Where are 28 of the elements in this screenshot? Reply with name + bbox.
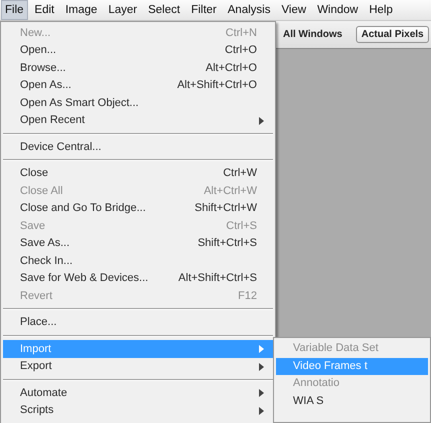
menu-entry[interactable]: Save As... Shift+Ctrl+S — [3, 234, 273, 252]
menu-entry[interactable]: Place... — [3, 314, 273, 331]
menu-entry[interactable]: Export — [3, 358, 273, 375]
menu-entry[interactable]: Open As Smart Object... — [3, 94, 273, 112]
menu-entry[interactable]: WIA S — [276, 392, 428, 410]
menu-entry[interactable]: Open... Ctrl+O — [3, 42, 273, 59]
menu-entry[interactable]: Open As... Alt+Shift+Ctrl+O — [3, 76, 273, 94]
menu-item[interactable]: Analysis — [224, 0, 274, 20]
actual-pixels-button[interactable]: Actual Pixels — [356, 26, 429, 43]
menu-entry[interactable]: Close and Go To Bridge... Shift+Ctrl+W — [3, 200, 273, 217]
menu-item[interactable]: Select — [144, 0, 184, 20]
menu-item[interactable]: Image — [61, 0, 102, 20]
menu-item[interactable]: Help — [365, 0, 397, 20]
menu-item[interactable]: File — [1, 0, 28, 20]
menu-item[interactable]: Filter — [187, 0, 221, 20]
menu-entry[interactable]: Automate — [3, 384, 273, 402]
menu-item[interactable]: View — [277, 0, 310, 20]
menu-entry[interactable]: Scripts — [3, 402, 273, 419]
menu-entry[interactable]: Browse... Alt+Ctrl+O — [3, 59, 273, 76]
menu-item[interactable]: Window — [313, 0, 362, 20]
menu-item[interactable]: Layer — [104, 0, 142, 20]
option-label: All Windows — [283, 29, 342, 40]
menu-entry[interactable]: Check In... — [3, 252, 273, 270]
menu-item[interactable]: Edit — [30, 0, 58, 20]
menu-entry[interactable]: Close Ctrl+W — [3, 164, 273, 182]
menu-entry[interactable]: Open Recent — [3, 112, 273, 129]
menu-entry[interactable]: Save for Web & Devices... Alt+Shift+Ctrl+S — [3, 270, 273, 287]
menu-entry[interactable]: Device Central... — [3, 138, 273, 156]
